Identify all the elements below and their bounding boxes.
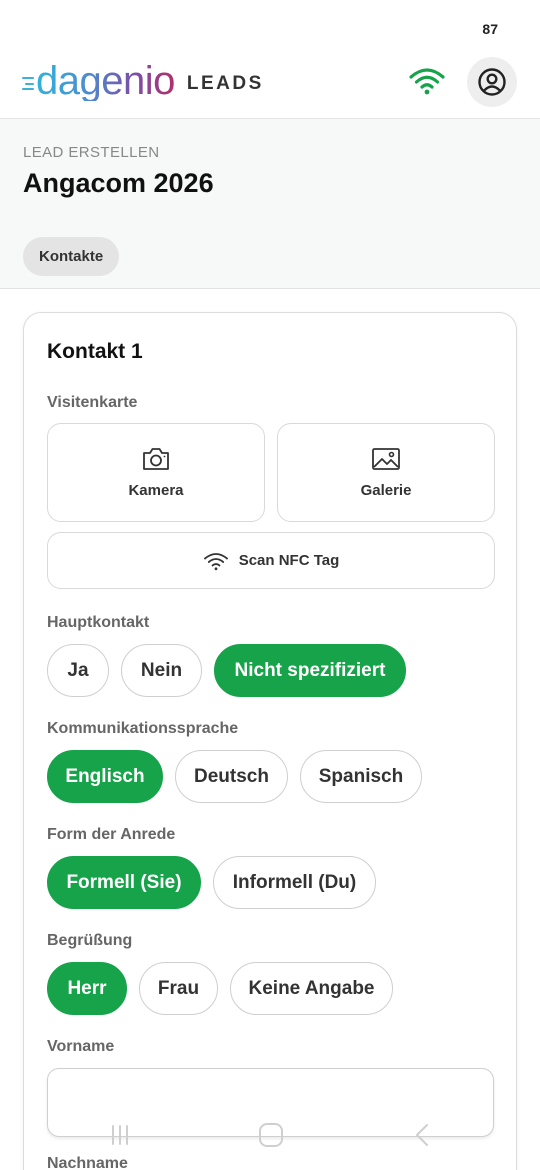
battery-level: 87 (482, 21, 498, 37)
home-icon[interactable] (256, 1120, 286, 1150)
language-option-spanisch[interactable]: Spanisch (300, 750, 422, 803)
address-form-label: Form der Anrede (47, 826, 176, 843)
camera-button[interactable]: Kamera (47, 423, 265, 522)
greeting-option-keine-angabe[interactable]: Keine Angabe (230, 962, 393, 1015)
back-icon[interactable] (408, 1120, 438, 1150)
logo-speed-lines-icon (22, 76, 36, 90)
greeting-option-herr[interactable]: Herr (47, 962, 127, 1015)
page-header: LEAD ERSTELLEN Angacom 2026 Kontakte (0, 119, 540, 289)
main-contact-option-unspecified[interactable]: Nicht spezifiziert (214, 644, 406, 697)
greeting-label: Begrüßung (47, 932, 133, 949)
camera-icon (143, 448, 169, 470)
language-option-englisch[interactable]: Englisch (47, 750, 163, 803)
user-account-button[interactable] (467, 57, 517, 107)
language-label: Kommunikationssprache (47, 720, 239, 737)
page-kicker: LEAD ERSTELLEN (23, 144, 160, 161)
recents-icon[interactable] (105, 1120, 135, 1150)
camera-label: Kamera (128, 482, 184, 499)
wifi-icon (203, 552, 228, 570)
gallery-button[interactable]: Galerie (277, 423, 495, 522)
scan-nfc-label: Scan NFC Tag (238, 552, 340, 569)
scan-nfc-button[interactable]: Scan NFC Tag (47, 532, 495, 589)
gallery-label: Galerie (360, 482, 412, 499)
main-contact-option-nein[interactable]: Nein (121, 644, 202, 697)
system-nav-bar (0, 1112, 540, 1158)
address-form-option-formal[interactable]: Formell (Sie) (47, 856, 201, 909)
page-title: Angacom 2026 (23, 168, 214, 198)
first-name-label: Vorname (47, 1038, 115, 1055)
address-form-option-informal[interactable]: Informell (Du) (213, 856, 376, 909)
language-option-deutsch[interactable]: Deutsch (175, 750, 288, 803)
tab-contacts[interactable]: Kontakte (23, 237, 120, 276)
greeting-option-frau[interactable]: Frau (139, 962, 218, 1015)
main-contact-option-ja[interactable]: Ja (47, 644, 109, 697)
contact-card: Kontakt 1 Visitenkarte Kamera Galerie Sc… (23, 312, 517, 1170)
user-circle-icon (478, 68, 506, 96)
business-card-label: Visitenkarte (47, 394, 138, 411)
wifi-icon[interactable] (408, 66, 446, 96)
contact-title: Kontakt 1 (47, 340, 143, 363)
logo-suffix: LEADS (186, 73, 264, 94)
main-contact-label: Hauptkontakt (47, 614, 150, 631)
logo-wordmark: dagenio (36, 59, 175, 103)
dagenio-logo[interactable]: dagenio LEADS (22, 58, 264, 108)
image-icon (372, 448, 400, 470)
status-bar: 87 (0, 0, 540, 52)
app-header: dagenio LEADS (0, 52, 540, 119)
